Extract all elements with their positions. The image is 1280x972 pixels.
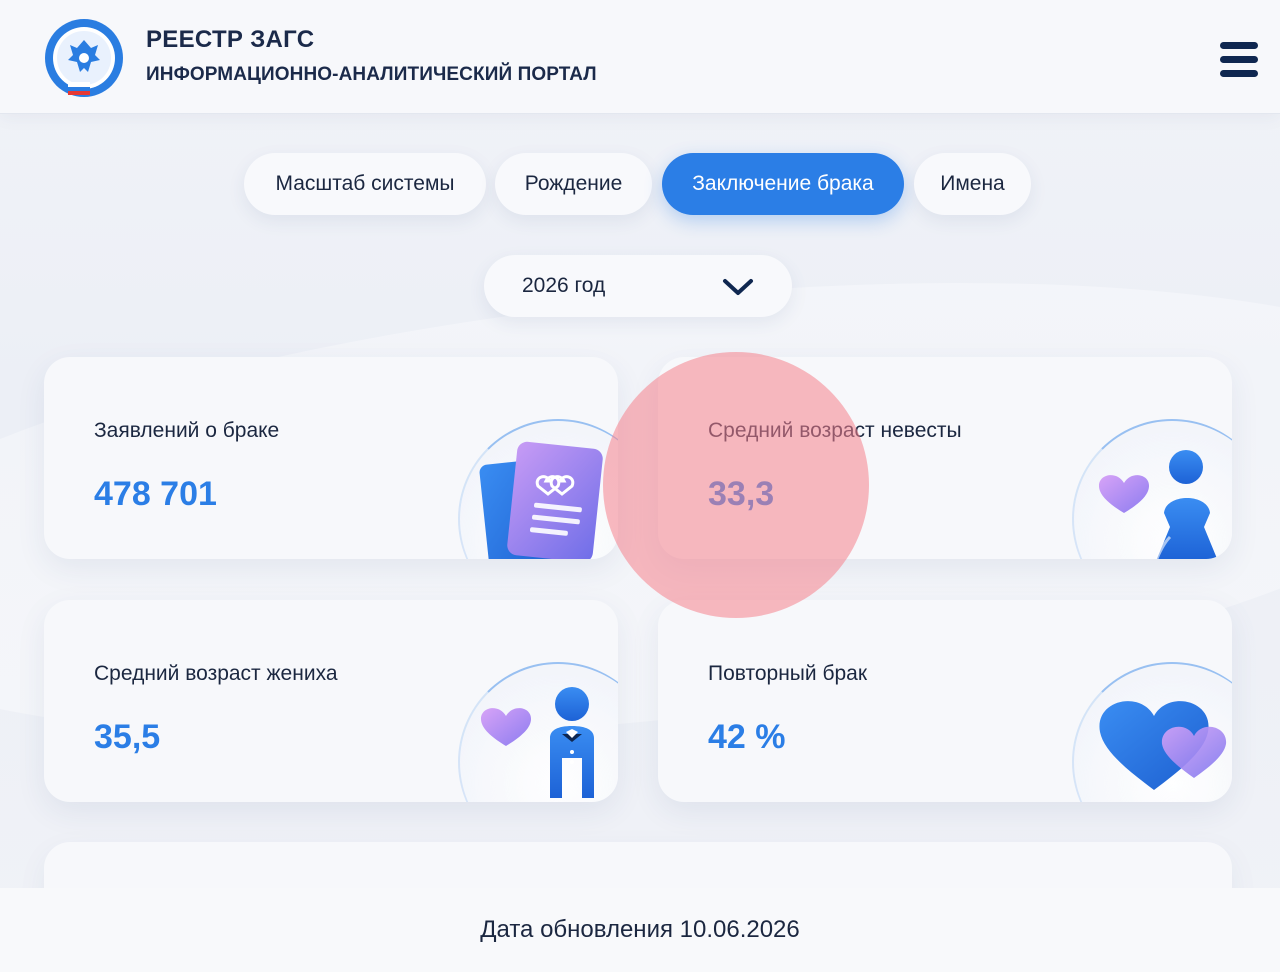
year-select[interactable]: 2026 год bbox=[484, 255, 792, 317]
card-label: Средний возраст жениха bbox=[94, 662, 338, 685]
card-label: Повторный брак bbox=[708, 662, 868, 685]
two-hearts-icon bbox=[1099, 701, 1227, 790]
header: РЕЕСТР ЗАГС ИНФОРМАЦИОННО-АНАЛИТИЧЕСКИЙ … bbox=[0, 0, 1280, 114]
fns-emblem-icon[interactable] bbox=[44, 18, 124, 98]
card-value: 35,5 bbox=[94, 718, 161, 756]
tab-names[interactable]: Имена bbox=[914, 153, 1031, 215]
card-bride-average-age: Средний возраст невесты 33,3 bbox=[658, 357, 1232, 559]
card-value: 33,3 bbox=[708, 475, 775, 513]
brand-subtitle: ИНФОРМАЦИОННО-АНАЛИТИЧЕСКИЙ ПОРТАЛ bbox=[146, 64, 597, 85]
card-value: 478 701 bbox=[94, 475, 217, 513]
tab-marriage[interactable]: Заключение брака bbox=[662, 153, 904, 215]
card-label: Средний возраст невесты bbox=[708, 419, 962, 442]
marriage-document-icon bbox=[479, 441, 603, 559]
tab-birth[interactable]: Рождение bbox=[495, 153, 652, 215]
card-label: Заявлений о браке bbox=[94, 419, 280, 442]
brand-title: РЕЕСТР ЗАГС bbox=[146, 26, 315, 53]
groom-icon bbox=[480, 687, 594, 798]
bride-icon bbox=[1098, 450, 1218, 559]
page: РЕЕСТР ЗАГС ИНФОРМАЦИОННО-АНАЛИТИЧЕСКИЙ … bbox=[0, 0, 1280, 972]
card-remarriage: Повторный брак 42 % bbox=[658, 600, 1232, 802]
update-date: Дата обновления 10.06.2026 bbox=[0, 888, 1280, 972]
card-groom-average-age: Средний возраст жениха 35,5 bbox=[44, 600, 618, 802]
chevron-down-icon bbox=[723, 279, 753, 295]
hamburger-menu-icon[interactable] bbox=[1214, 40, 1258, 80]
card-value: 42 % bbox=[708, 718, 786, 756]
year-select-value: 2026 год bbox=[522, 274, 606, 297]
tab-system-scale[interactable]: Масштаб системы bbox=[244, 153, 486, 215]
card-marriage-applications: Заявлений о браке 478 701 bbox=[44, 357, 618, 559]
